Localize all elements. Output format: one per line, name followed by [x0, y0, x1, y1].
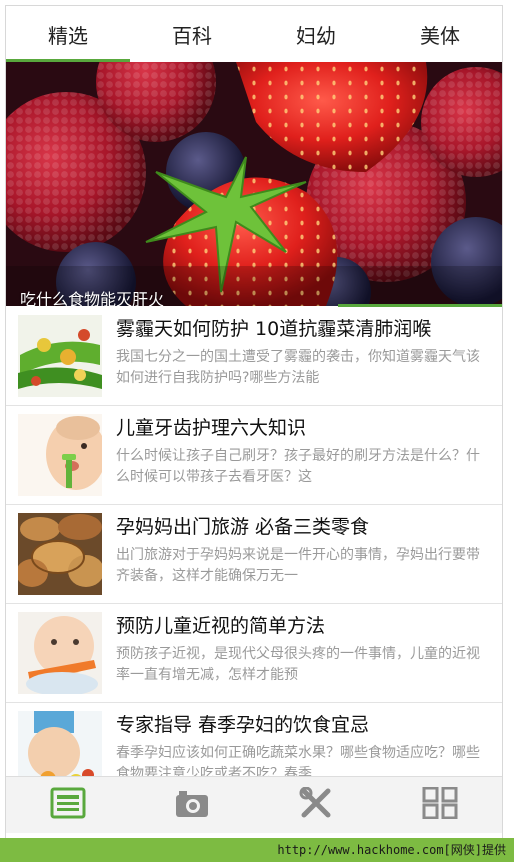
article-title: 专家指导 春季孕妇的饮食宜忌	[116, 714, 370, 736]
list-item[interactable]: 雾霾天如何防护 10道抗霾菜清肺润喉 我国七分之一的国土遭受了雾霾的袭击，你知道…	[6, 307, 502, 406]
bottom-nav-bar	[6, 776, 502, 833]
banner-carousel[interactable]: 吃什么食物能灭肝火	[6, 62, 502, 306]
top-tab-bar: 精选 百科 妇幼 美体	[6, 6, 502, 62]
article-summary: 预防孩子近视，是现代父母很头疼的一件事情，儿童的近视率一直有增无减，怎样才能预	[116, 646, 480, 683]
article-list: 雾霾天如何防护 10道抗霾菜清肺润喉 我国七分之一的国土遭受了雾霾的袭击，你知道…	[6, 307, 502, 802]
nav-news-button[interactable]	[6, 777, 130, 833]
tab-maternal-child[interactable]: 妇幼	[254, 6, 378, 62]
watermark-text: http://www.hackhome.com[网侠]提供	[277, 843, 506, 857]
article-thumbnail	[18, 513, 102, 595]
app-frame: 精选 百科 妇幼 美体 吃什么食物能灭肝火 雾霾天如何防护 10道抗霾菜清肺润喉…	[6, 6, 502, 838]
list-item[interactable]: 儿童牙齿护理六大知识 什么时候让孩子自己刷牙？孩子最好的刷牙方法是什么？什么时候…	[6, 406, 502, 505]
article-title: 孕妈妈出门旅游 必备三类零食	[116, 516, 370, 538]
nav-tools-button[interactable]	[254, 777, 378, 833]
article-summary: 我国七分之一的国土遭受了雾霾的袭击，你知道雾霾天气该如何进行自我防护吗?哪些方法…	[116, 349, 480, 386]
article-summary: 出门旅游对于孕妈妈来说是一件开心的事情，孕妈出行要带齐装备，这样才能确保万无一	[116, 547, 480, 584]
article-thumbnail	[18, 612, 102, 694]
article-title: 预防儿童近视的简单方法	[116, 615, 326, 637]
tab-body-beauty[interactable]: 美体	[378, 6, 502, 62]
tab-encyclopedia[interactable]: 百科	[130, 6, 254, 62]
banner-image	[6, 62, 502, 306]
article-thumbnail	[18, 414, 102, 496]
tools-icon	[298, 786, 334, 823]
nav-more-button[interactable]	[378, 777, 502, 833]
watermark-bar: http://www.hackhome.com[网侠]提供	[0, 838, 514, 862]
nav-camera-button[interactable]	[130, 777, 254, 833]
list-item[interactable]: 孕妈妈出门旅游 必备三类零食 出门旅游对于孕妈妈来说是一件开心的事情，孕妈出行要…	[6, 505, 502, 604]
news-icon	[50, 787, 86, 823]
article-thumbnail	[18, 315, 102, 397]
list-item[interactable]: 预防儿童近视的简单方法 预防孩子近视，是现代父母很头疼的一件事情，儿童的近视率一…	[6, 604, 502, 703]
article-title: 雾霾天如何防护 10道抗霾菜清肺润喉	[116, 318, 432, 340]
camera-icon	[174, 787, 210, 823]
tab-featured[interactable]: 精选	[6, 6, 130, 62]
article-summary: 什么时候让孩子自己刷牙？孩子最好的刷牙方法是什么？什么时候可以带孩子去看牙医？这	[116, 448, 480, 485]
banner-caption: 吃什么食物能灭肝火	[20, 290, 165, 306]
grid-icon	[422, 786, 458, 823]
article-title: 儿童牙齿护理六大知识	[116, 417, 307, 439]
